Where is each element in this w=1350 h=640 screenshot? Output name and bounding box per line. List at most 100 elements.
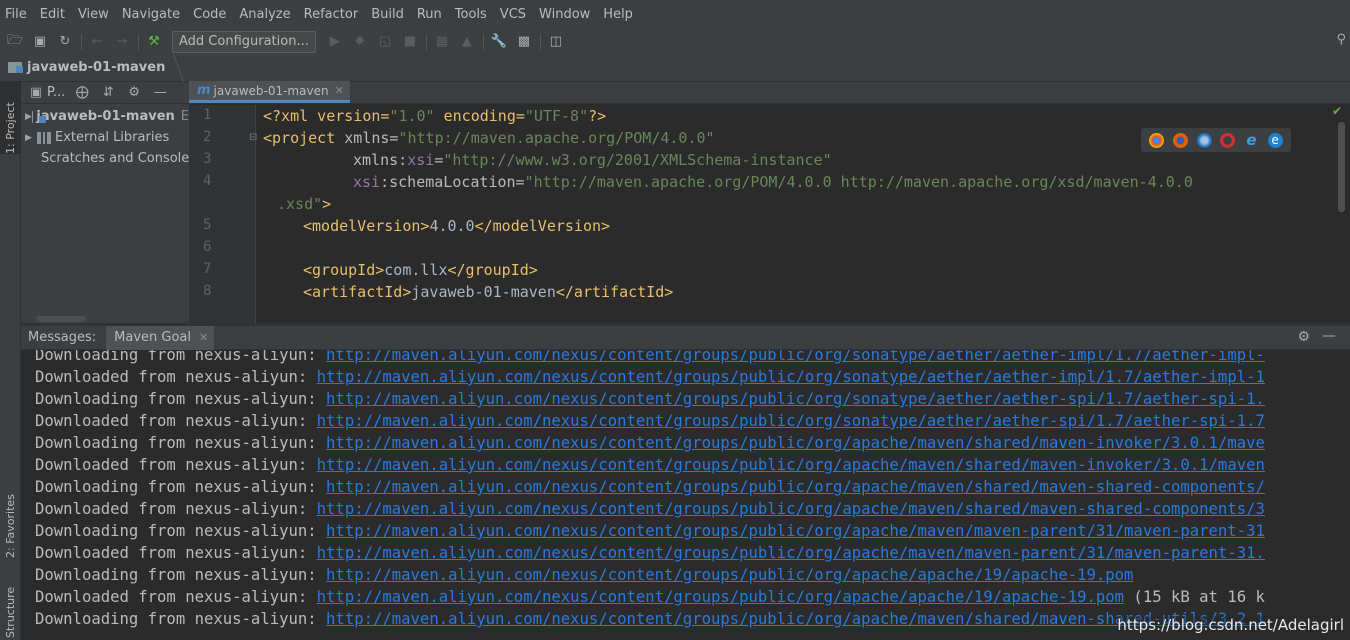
tab-structure[interactable]: Structure bbox=[0, 572, 21, 638]
collapse-all-icon[interactable]: ⇵ bbox=[99, 85, 117, 100]
menu-vcs[interactable]: VCS bbox=[500, 7, 526, 22]
breadcrumb-project[interactable]: javaweb-01-maven bbox=[27, 60, 165, 75]
code-line-4-wrap: .xsd"> bbox=[277, 193, 331, 215]
log-line: Downloaded from nexus-aliyun: http://mav… bbox=[35, 498, 1265, 520]
tree-item-external-libraries[interactable]: ▶ External Libraries bbox=[21, 127, 189, 148]
log-url-link[interactable]: http://maven.aliyun.com/nexus/content/gr… bbox=[326, 390, 1265, 408]
log-line: Downloading from nexus-aliyun: http://ma… bbox=[35, 476, 1265, 498]
menu-run[interactable]: Run bbox=[417, 7, 442, 22]
code-token: = bbox=[434, 151, 444, 169]
log-url-link[interactable]: http://maven.aliyun.com/nexus/content/gr… bbox=[317, 544, 1265, 562]
messages-console[interactable]: Downloading from nexus-aliyun: http://ma… bbox=[21, 350, 1350, 640]
project-structure-icon[interactable]: ▩ bbox=[515, 33, 533, 51]
line-number: 7 bbox=[203, 261, 212, 277]
log-url-link[interactable]: http://maven.aliyun.com/nexus/content/gr… bbox=[326, 566, 1133, 584]
sync-icon[interactable]: ↻ bbox=[56, 33, 74, 51]
code-token: "http://www.w3.org/2001/XMLSchema-instan… bbox=[443, 151, 832, 169]
project-view-selector[interactable]: P... bbox=[47, 85, 65, 100]
open-folder-icon[interactable]: 🗁 bbox=[6, 33, 24, 51]
log-url-link[interactable]: http://maven.aliyun.com/nexus/content/gr… bbox=[317, 500, 1265, 518]
code-token: "1.0" bbox=[389, 107, 435, 125]
log-url-link[interactable]: http://maven.aliyun.com/nexus/content/gr… bbox=[317, 368, 1265, 386]
log-size-info: (15 kB at 16 k bbox=[1124, 588, 1265, 606]
log-prefix: Downloading from nexus-aliyun: bbox=[35, 522, 327, 540]
search-everywhere-icon[interactable]: ⚲ bbox=[1336, 32, 1346, 47]
project-scrollbar[interactable] bbox=[36, 316, 86, 322]
toolbar-separator bbox=[482, 33, 484, 50]
run-icon[interactable]: ▶ bbox=[326, 33, 344, 51]
firefox-icon[interactable] bbox=[1172, 132, 1188, 148]
tree-item-scratches[interactable]: Scratches and Consoles bbox=[21, 148, 189, 169]
log-prefix: Downloading from nexus-aliyun: bbox=[35, 390, 327, 408]
wrench-settings-icon[interactable]: 🔧 bbox=[490, 33, 508, 51]
locate-icon[interactable]: ⨁ bbox=[73, 85, 91, 100]
tree-item-project[interactable]: ▶ javaweb-01-maven E bbox=[21, 106, 189, 127]
code-line-5: <modelVersion>4.0.0</modelVersion> bbox=[303, 215, 610, 237]
menu-tools[interactable]: Tools bbox=[455, 7, 487, 22]
chrome-icon[interactable] bbox=[1149, 132, 1165, 148]
code-token: </groupId> bbox=[447, 261, 538, 279]
ie-icon[interactable]: e bbox=[1244, 132, 1259, 148]
tab-maven-goal-label: Maven Goal bbox=[114, 330, 191, 345]
log-prefix: Downloaded from nexus-aliyun: bbox=[35, 412, 317, 430]
inspection-ok-icon[interactable]: ✔ bbox=[1332, 104, 1342, 118]
close-icon[interactable]: ✕ bbox=[335, 84, 344, 97]
edge-icon[interactable]: e bbox=[1267, 132, 1283, 148]
menu-view[interactable]: View bbox=[78, 7, 109, 22]
menu-window[interactable]: Window bbox=[539, 7, 590, 22]
line-number: 5 bbox=[203, 217, 212, 233]
log-line: Downloaded from nexus-aliyun: http://mav… bbox=[35, 410, 1265, 432]
menu-navigate[interactable]: Navigate bbox=[122, 7, 180, 22]
forward-icon[interactable]: → bbox=[113, 33, 131, 51]
safari-icon[interactable] bbox=[1196, 132, 1212, 148]
close-icon[interactable]: ✕ bbox=[199, 331, 208, 344]
stop-icon[interactable]: ■ bbox=[401, 33, 419, 51]
log-prefix: Downloading from nexus-aliyun: bbox=[35, 610, 327, 628]
sdk-manager-icon[interactable]: ◫ bbox=[547, 33, 565, 51]
log-url-link[interactable]: http://maven.aliyun.com/nexus/content/gr… bbox=[317, 588, 1124, 606]
menu-edit[interactable]: Edit bbox=[40, 7, 65, 22]
minimize-icon[interactable]: — bbox=[151, 85, 169, 100]
gear-icon[interactable]: ⚙ bbox=[125, 85, 143, 100]
expand-arrow-icon[interactable]: ▶ bbox=[25, 112, 32, 122]
menu-analyze[interactable]: Analyze bbox=[239, 7, 290, 22]
fold-icon[interactable]: ⊟ bbox=[249, 132, 257, 143]
menu-build[interactable]: Build bbox=[371, 7, 404, 22]
opera-icon[interactable] bbox=[1220, 132, 1236, 148]
tab-project[interactable]: 1: Project bbox=[0, 82, 21, 154]
log-url-link[interactable]: http://maven.aliyun.com/nexus/content/gr… bbox=[326, 434, 1265, 452]
log-url-link[interactable]: http://maven.aliyun.com/nexus/content/gr… bbox=[317, 456, 1265, 474]
save-icon[interactable]: ▣ bbox=[31, 33, 49, 51]
log-prefix: Downloaded from nexus-aliyun: bbox=[35, 368, 317, 386]
folder-icon bbox=[31, 110, 39, 123]
tab-favorites-label: 2: Favorites bbox=[4, 494, 17, 558]
vcs-update-icon[interactable]: ▦ bbox=[433, 33, 451, 51]
build-hammer-icon[interactable]: ⚒ bbox=[145, 33, 163, 51]
log-url-link[interactable]: http://maven.aliyun.com/nexus/content/gr… bbox=[326, 350, 1265, 364]
tab-favorites[interactable]: 2: Favorites bbox=[0, 474, 21, 558]
menu-refactor[interactable]: Refactor bbox=[304, 7, 359, 22]
code-token: com.llx bbox=[384, 261, 448, 279]
editor-scrollbar[interactable] bbox=[1338, 122, 1345, 212]
toolbar-separator bbox=[81, 33, 82, 50]
log-url-link[interactable]: http://maven.aliyun.com/nexus/content/gr… bbox=[326, 522, 1265, 540]
editor-tab-pom[interactable]: m javaweb-01-maven ✕ bbox=[189, 81, 350, 103]
code-token: :schemaLocation= bbox=[380, 173, 525, 191]
add-configuration-button[interactable]: Add Configuration... bbox=[172, 30, 316, 53]
code-token: 4.0.0 bbox=[429, 217, 475, 235]
minimize-icon[interactable]: — bbox=[1322, 328, 1336, 344]
menu-help[interactable]: Help bbox=[603, 7, 633, 22]
gear-icon[interactable]: ⚙ bbox=[1297, 329, 1310, 345]
coverage-icon[interactable]: ◱ bbox=[376, 33, 394, 51]
browser-popup: e e bbox=[1141, 128, 1291, 152]
debug-icon[interactable]: ✸ bbox=[351, 33, 369, 51]
expand-arrow-icon[interactable]: ▶ bbox=[25, 133, 37, 143]
tab-maven-goal[interactable]: Maven Goal ✕ bbox=[106, 325, 215, 350]
log-line: Downloaded from nexus-aliyun: http://mav… bbox=[35, 454, 1265, 476]
log-url-link[interactable]: http://maven.aliyun.com/nexus/content/gr… bbox=[326, 478, 1265, 496]
menu-file[interactable]: File bbox=[5, 7, 27, 22]
vcs-commit-icon[interactable]: ▲ bbox=[458, 33, 476, 51]
back-icon[interactable]: ← bbox=[88, 33, 106, 51]
menu-code[interactable]: Code bbox=[193, 7, 226, 22]
log-url-link[interactable]: http://maven.aliyun.com/nexus/content/gr… bbox=[317, 412, 1265, 430]
